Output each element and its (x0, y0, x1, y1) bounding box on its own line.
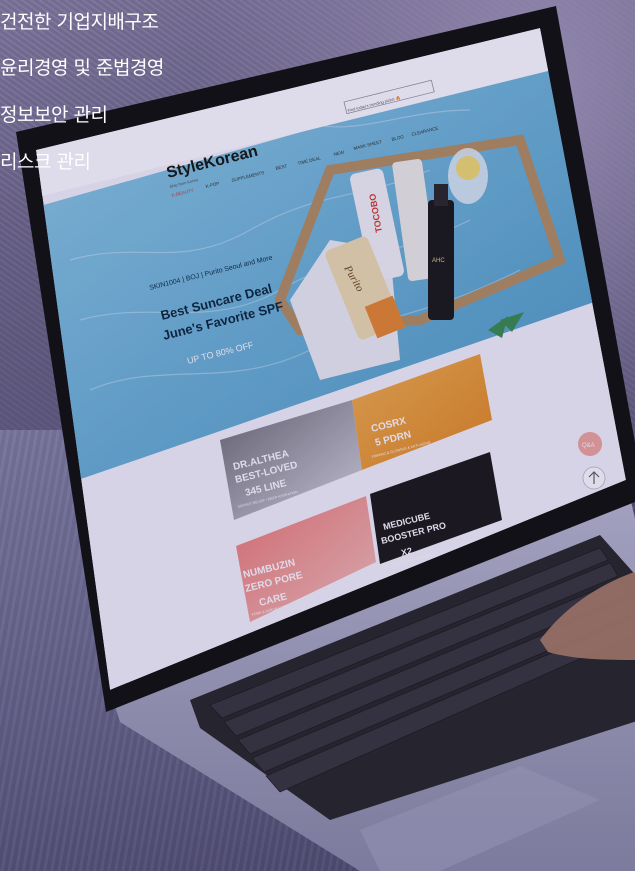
menu-item-information-security[interactable]: 정보보안 관리 (0, 100, 108, 127)
photo-scene: StyleKorean Ship from Korea Find today's… (0, 0, 635, 871)
menu-item-corporate-governance[interactable]: 건전한 기업지배구조 (0, 7, 159, 34)
product-ahc-label: AHC (432, 258, 445, 264)
menu-item-ethics-compliance[interactable]: 윤리경영 및 준법경영 (0, 53, 164, 80)
menu-item-risk-management[interactable]: 리스크 관리 (0, 147, 91, 174)
laptop-illustration: StyleKorean Ship from Korea Find today's… (16, 6, 635, 871)
qa-floating-label: Q&A (582, 443, 595, 449)
